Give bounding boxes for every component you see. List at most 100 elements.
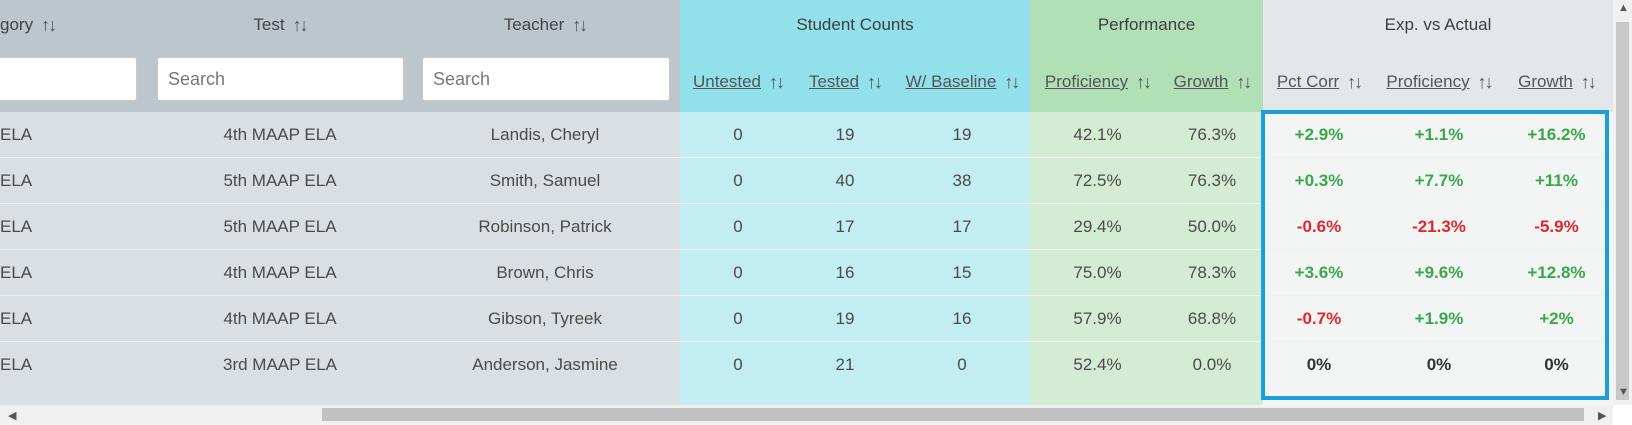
scroll-down-arrow-icon[interactable]: ▼ [1618, 386, 1629, 398]
sort-icon[interactable]: ↑↓ [1004, 72, 1020, 93]
column-header-teacher[interactable]: Teacher ↑↓ [420, 0, 670, 50]
cell-proficiency: 57.9% [1073, 309, 1122, 328]
cell-baseline: 15 [952, 263, 972, 282]
cell-teacher: Landis, Cheryl [490, 125, 600, 144]
column-header-pct-corr[interactable]: Pct Corr ↑↓ [1266, 60, 1372, 104]
sort-icon[interactable]: ↑↓ [572, 15, 588, 36]
column-header-growth-label: Growth [1173, 72, 1229, 91]
cell-tested: 40 [835, 171, 855, 190]
cell-category: ELA [0, 171, 33, 190]
scroll-right-arrow-icon[interactable]: ▶ [1598, 409, 1606, 422]
cell-teacher: Anderson, Jasmine [472, 355, 618, 374]
cell-growth: 0.0% [1192, 355, 1232, 374]
column-header-exp-proficiency-label: Proficiency [1386, 72, 1470, 91]
column-header-untested[interactable]: Untested ↑↓ [683, 60, 793, 104]
scroll-left-arrow-icon[interactable]: ◀ [8, 409, 16, 422]
column-header-exp-growth[interactable]: Growth ↑↓ [1505, 60, 1608, 104]
cell-growth: 68.8% [1187, 309, 1237, 328]
cell-category: ELA [0, 217, 33, 236]
sort-icon[interactable]: ↑↓ [1236, 72, 1252, 93]
column-header-untested-label: Untested [692, 72, 762, 91]
cell-exp-growth: 0% [1544, 355, 1569, 374]
cell-proficiency: 72.5% [1073, 171, 1122, 190]
column-header-exp-growth-label: Growth [1518, 72, 1573, 91]
cell-exp-growth: -5.9% [1534, 217, 1579, 236]
cell-test: 5th MAAP ELA [223, 217, 337, 236]
cell-baseline: 17 [952, 217, 972, 236]
cell-exp-growth: +11% [1534, 171, 1578, 190]
sort-icon[interactable]: ↑↓ [1581, 72, 1597, 93]
column-header-test-label: Test [253, 15, 285, 34]
cell-untested: 0 [733, 217, 743, 236]
cell-exp-pct-corr: -0.7% [1296, 309, 1342, 328]
column-header-tested-label: Tested [808, 72, 860, 91]
sort-icon[interactable]: ↑↓ [293, 15, 309, 36]
cell-proficiency: 42.1% [1073, 125, 1122, 144]
cell-category: ELA [0, 355, 33, 374]
cell-exp-growth: +2% [1539, 309, 1574, 328]
cell-test: 3rd MAAP ELA [222, 355, 338, 374]
horizontal-scrollbar-thumb[interactable] [322, 408, 1584, 421]
cell-category: ELA [0, 125, 33, 144]
category-search-input[interactable] [0, 57, 137, 101]
cell-untested: 0 [733, 263, 743, 282]
vertical-scrollbar-thumb[interactable] [1616, 22, 1629, 400]
cell-test: 4th MAAP ELA [223, 309, 337, 328]
group-header-exp-vs-actual: Exp. vs Actual [1384, 15, 1492, 34]
sort-icon[interactable]: ↑↓ [769, 72, 785, 93]
column-header-proficiency-label: Proficiency [1044, 72, 1129, 91]
cell-growth: 76.3% [1187, 171, 1237, 190]
cell-exp-pct-corr: +0.3% [1294, 171, 1344, 190]
cell-exp-pct-corr: +2.9% [1294, 125, 1344, 144]
cell-exp-proficiency: +7.7% [1414, 171, 1464, 190]
sort-icon[interactable]: ↑↓ [1136, 72, 1152, 93]
cell-tested: 17 [835, 217, 855, 236]
column-header-baseline-label: W/ Baseline [905, 72, 997, 91]
cell-test: 5th MAAP ELA [223, 171, 337, 190]
sort-icon[interactable]: ↑↓ [1347, 72, 1363, 93]
cell-teacher: Smith, Samuel [489, 171, 601, 190]
cell-exp-proficiency: 0% [1426, 355, 1452, 374]
cell-baseline: 38 [952, 171, 972, 190]
column-header-exp-proficiency[interactable]: Proficiency ↑↓ [1375, 60, 1503, 104]
cell-category: ELA [0, 309, 33, 328]
cell-exp-proficiency: +1.9% [1414, 309, 1464, 328]
sort-icon[interactable]: ↑↓ [867, 72, 883, 93]
column-header-baseline[interactable]: W/ Baseline ↑↓ [898, 60, 1026, 104]
group-header-student-counts: Student Counts [796, 15, 914, 34]
cell-untested: 0 [733, 355, 743, 374]
cell-untested: 0 [733, 125, 743, 144]
column-header-proficiency[interactable]: Proficiency ↑↓ [1035, 60, 1160, 104]
column-header-category[interactable]: gory ↑↓ [0, 0, 75, 50]
cell-tested: 19 [835, 309, 855, 328]
cell-proficiency: 29.4% [1073, 217, 1122, 236]
scroll-up-arrow-icon[interactable]: ▲ [1618, 2, 1629, 14]
cell-teacher: Gibson, Tyreek [487, 309, 603, 328]
teacher-search-input[interactable] [422, 57, 670, 101]
cell-growth: 76.3% [1187, 125, 1237, 144]
cell-exp-pct-corr: -0.6% [1296, 217, 1342, 236]
cell-tested: 21 [835, 355, 855, 374]
cell-teacher: Robinson, Patrick [478, 217, 612, 236]
cell-test: 4th MAAP ELA [223, 263, 337, 282]
cell-category: ELA [0, 263, 33, 282]
cell-tested: 19 [835, 125, 855, 144]
column-header-pct-corr-label: Pct Corr [1276, 72, 1340, 91]
column-header-growth[interactable]: Growth ↑↓ [1164, 60, 1260, 104]
sort-icon[interactable]: ↑↓ [1478, 72, 1494, 93]
cell-baseline: 16 [952, 309, 972, 328]
column-header-test[interactable]: Test ↑↓ [155, 0, 405, 50]
cell-proficiency: 75.0% [1073, 263, 1122, 282]
cell-growth: 50.0% [1187, 217, 1237, 236]
cell-exp-pct-corr: +3.6% [1294, 263, 1344, 282]
cell-baseline: 19 [952, 125, 972, 144]
column-header-tested[interactable]: Tested ↑↓ [800, 60, 890, 104]
cell-untested: 0 [733, 309, 743, 328]
cell-proficiency: 52.4% [1073, 355, 1122, 374]
test-search-input[interactable] [157, 57, 404, 101]
column-header-category-label: gory [0, 15, 34, 34]
cell-exp-pct-corr: 0% [1306, 355, 1332, 374]
cell-test: 4th MAAP ELA [223, 125, 337, 144]
column-header-teacher-label: Teacher [503, 15, 565, 34]
sort-icon[interactable]: ↑↓ [41, 15, 57, 36]
